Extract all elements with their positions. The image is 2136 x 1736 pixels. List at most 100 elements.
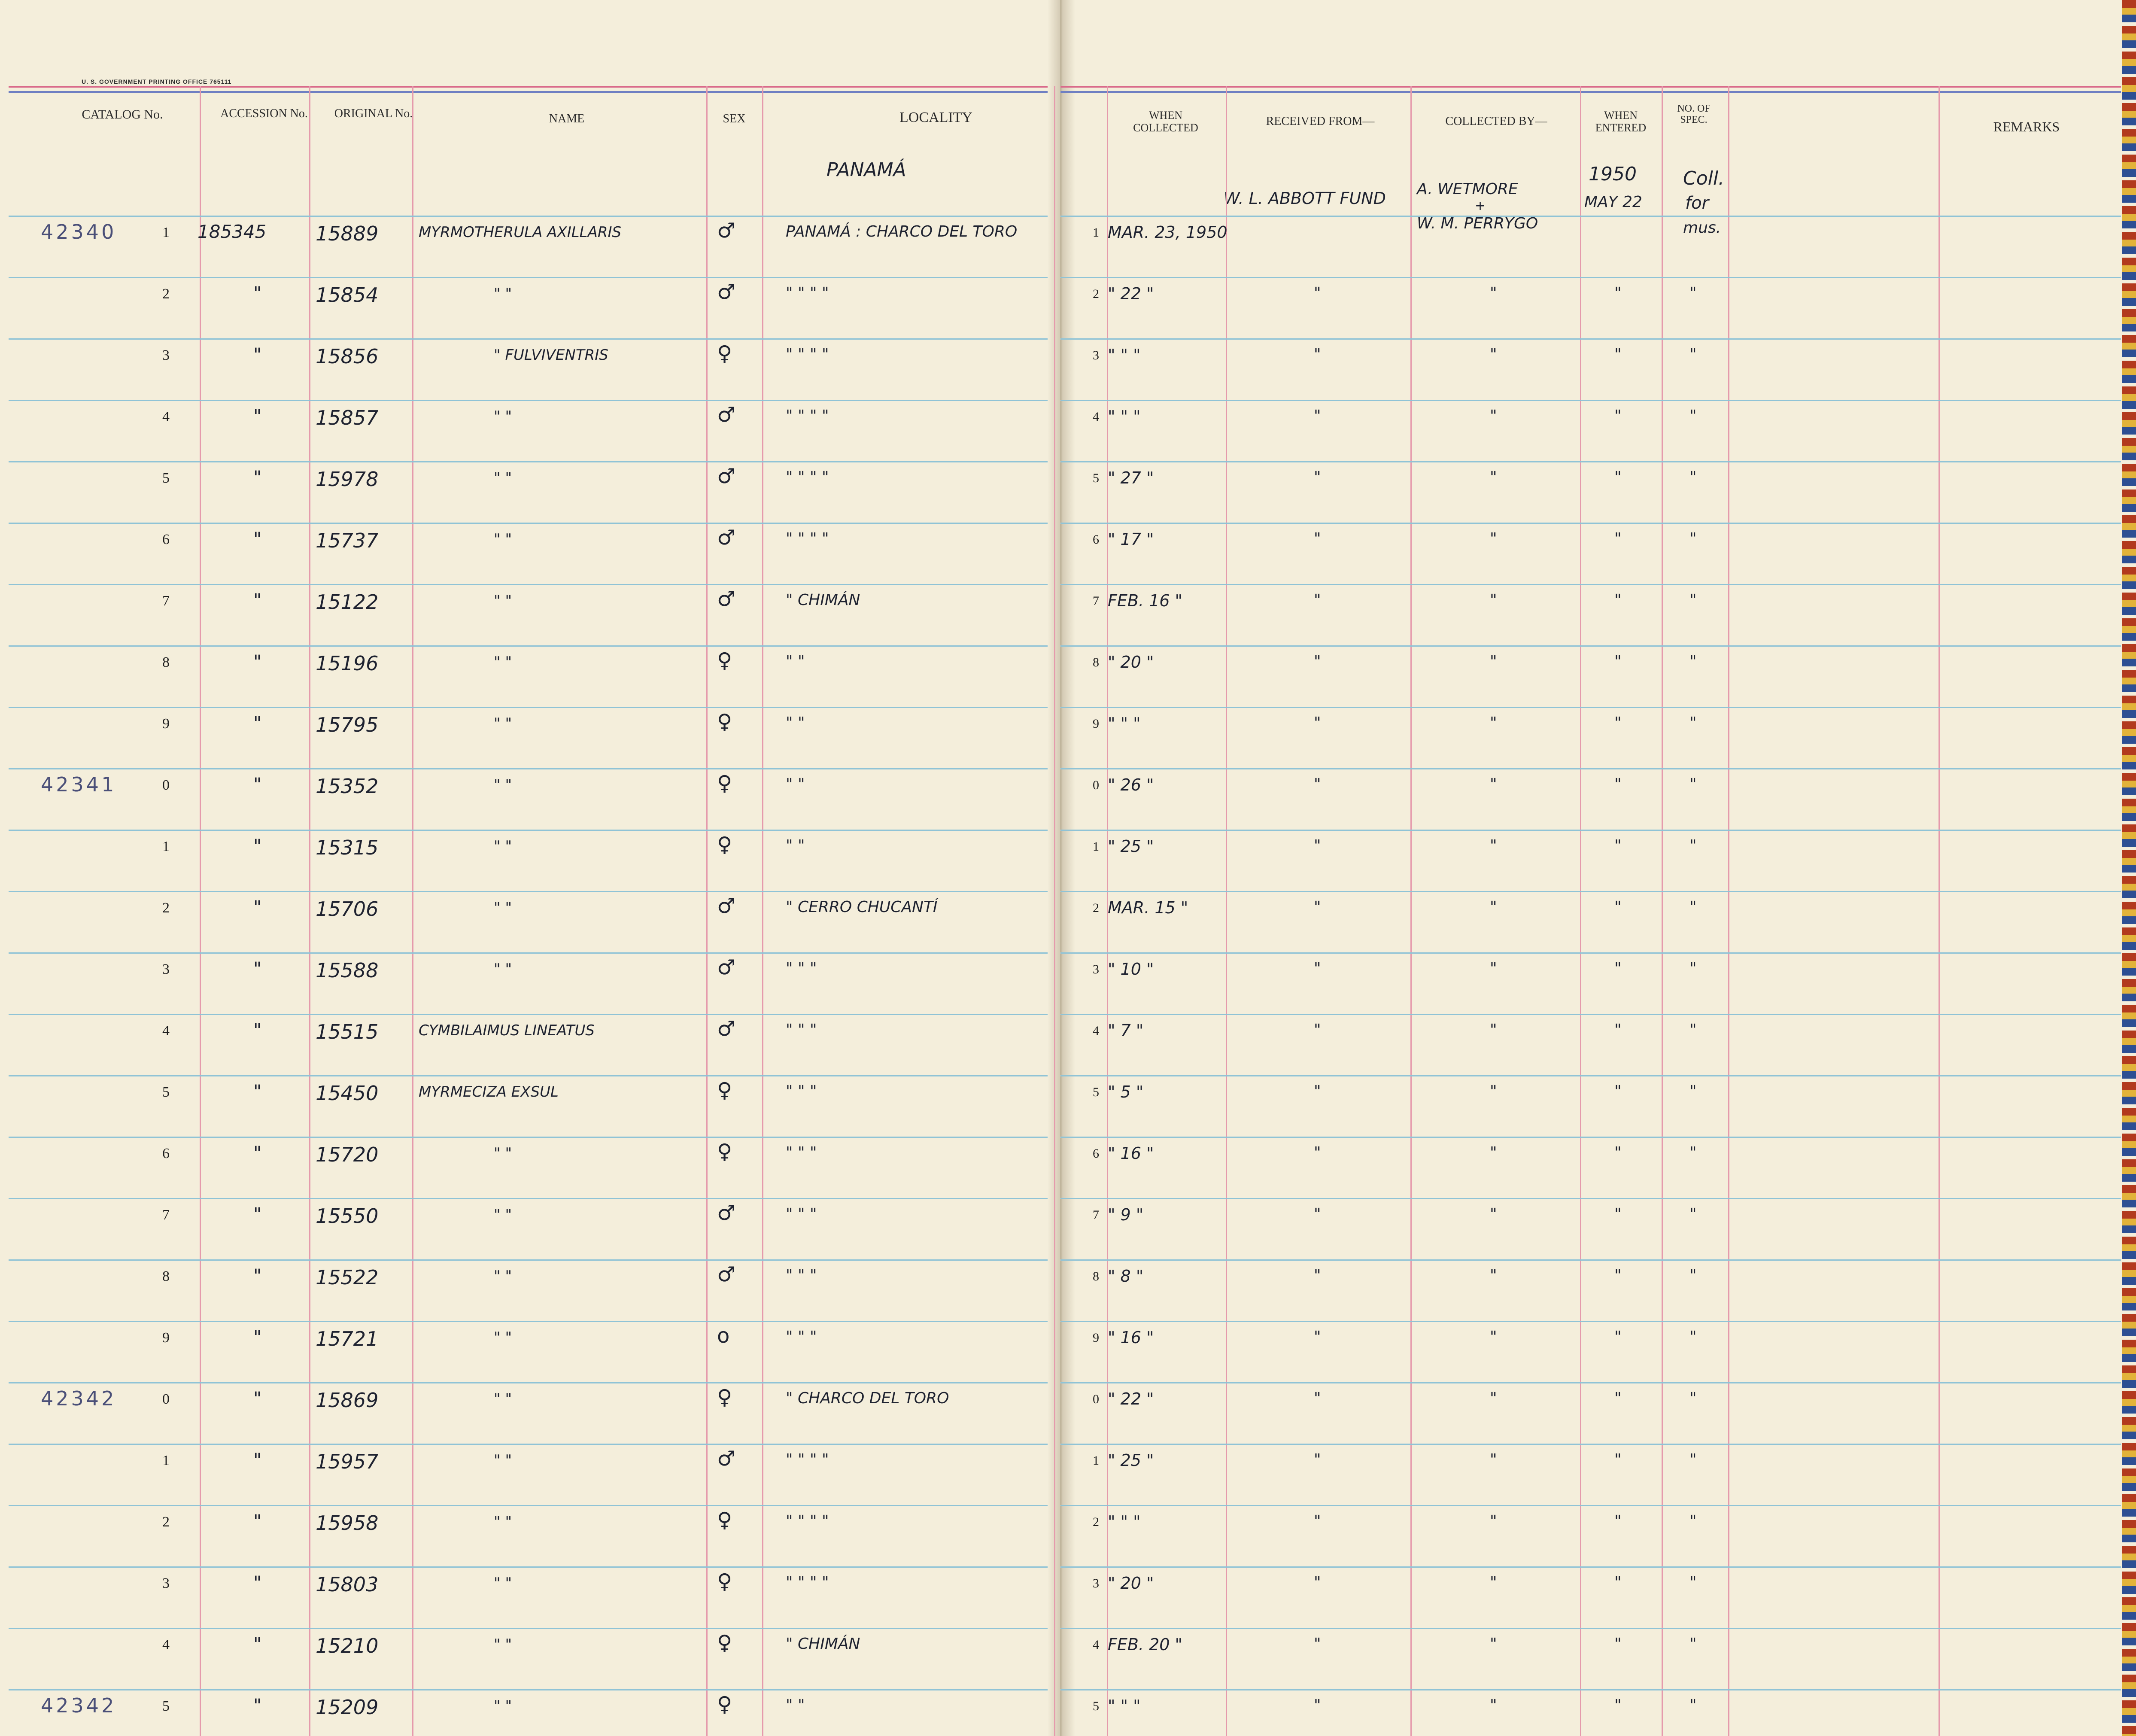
note-collected-by-2: W. M. PERRYGO: [1417, 215, 1538, 232]
original-number: 15588: [316, 959, 379, 982]
received-from: ": [1314, 591, 1321, 609]
collected-digit: 4: [1093, 410, 1099, 424]
collected-digit: 6: [1093, 1146, 1099, 1161]
row-rule: [9, 1075, 1048, 1076]
note-locality-heading: PANAMÁ: [826, 159, 906, 181]
no-of-spec: ": [1689, 1205, 1697, 1223]
row-rule: [9, 1689, 1048, 1690]
row-rule: [9, 645, 1048, 647]
catalog-digit: 5: [162, 1698, 170, 1714]
header-no-of-spec: NO. OF SPEC.: [1677, 103, 1711, 126]
when-entered: ": [1614, 960, 1622, 977]
locality: " " ": [786, 1021, 817, 1039]
sex-symbol: o: [717, 1324, 730, 1348]
locality: " CHIMÁN: [786, 591, 860, 609]
collected-digit: 4: [1093, 1638, 1099, 1652]
row-rule: [9, 461, 1048, 462]
collected-by: ": [1490, 775, 1497, 793]
locality: " " " ": [786, 1512, 829, 1530]
catalog-digit: 3: [162, 961, 170, 977]
specimen-name: " ": [494, 838, 512, 855]
header-rule-red-right: [1060, 86, 2121, 88]
accession-number: ": [253, 1572, 262, 1593]
received-from: ": [1314, 468, 1321, 486]
locality: " ": [786, 653, 805, 670]
specimen-name: " ": [494, 1206, 512, 1223]
locality: " " ": [786, 1144, 817, 1161]
when-entered: ": [1614, 346, 1622, 363]
row-rule: [1060, 768, 2121, 769]
collected-digit: 2: [1093, 901, 1099, 915]
collected-by: ": [1490, 653, 1497, 670]
specimen-name: " ": [494, 1452, 512, 1469]
note-received-from: W. L. ABBOTT FUND: [1224, 189, 1386, 208]
original-number: 15706: [316, 897, 379, 921]
row-rule: [1060, 1321, 2121, 1322]
row-rule: [1060, 645, 2121, 647]
accession-number: ": [253, 712, 262, 733]
sex-symbol: ♂: [717, 1262, 736, 1286]
received-from: ": [1314, 1574, 1321, 1591]
original-number: 15522: [316, 1266, 379, 1289]
sex-symbol: ♂: [717, 955, 736, 979]
when-entered: ": [1614, 1082, 1622, 1100]
specimen-name: " ": [494, 776, 512, 794]
locality: " ": [786, 1696, 805, 1714]
catalog-digit: 7: [162, 1207, 170, 1223]
no-of-spec: ": [1689, 346, 1697, 363]
header-catalog: CATALOG No.: [82, 107, 163, 122]
sex-symbol: ♀: [717, 1078, 732, 1102]
catalog-digit: 2: [162, 900, 170, 916]
no-of-spec: ": [1689, 591, 1697, 609]
specimen-name: MYRMOTHERULA AXILLARIS: [419, 224, 622, 241]
column-rule: [412, 86, 413, 1736]
collected-digit: 8: [1093, 655, 1099, 669]
right-page: [1061, 0, 2122, 1736]
collected-digit: 0: [1093, 1392, 1099, 1406]
column-rule: [1054, 86, 1055, 1736]
collected-date: FEB. 20 ": [1108, 1635, 1183, 1654]
header-received-from: RECEIVED FROM—: [1266, 115, 1375, 128]
locality: PANAMÁ : CHARCO DEL TORO: [786, 223, 1018, 240]
header-accession: ACCESSION No.: [220, 107, 308, 120]
collected-by: ": [1490, 960, 1497, 977]
collected-digit: 5: [1093, 471, 1099, 485]
catalog-digit: 9: [162, 716, 170, 732]
catalog-digit: 4: [162, 409, 170, 425]
collected-date: " 16 ": [1108, 1328, 1154, 1347]
collected-digit: 5: [1093, 1699, 1099, 1713]
received-from: ": [1314, 1696, 1321, 1714]
accession-number: ": [253, 1204, 262, 1225]
row-rule: [9, 1321, 1048, 1322]
received-from: ": [1314, 837, 1321, 854]
catalog-digit: 8: [162, 1268, 170, 1284]
when-entered: ": [1614, 1389, 1622, 1407]
collected-by: ": [1490, 1021, 1497, 1039]
collected-digit: 1: [1093, 225, 1099, 240]
left-page: [0, 0, 1061, 1736]
accession-number: ": [253, 1081, 262, 1102]
when-entered: ": [1614, 1696, 1622, 1714]
row-rule: [1060, 1382, 2121, 1383]
no-of-spec: ": [1689, 653, 1697, 670]
note-entered-year: 1950: [1589, 163, 1637, 185]
collected-by: ": [1490, 1451, 1497, 1468]
column-rule: [1580, 86, 1581, 1736]
accession-number: ": [253, 283, 262, 304]
collected-digit: 1: [1093, 839, 1099, 854]
sex-symbol: ♀: [717, 1569, 732, 1593]
collected-by: ": [1490, 530, 1497, 547]
when-entered: ": [1614, 837, 1622, 854]
specimen-name: " ": [494, 1513, 512, 1530]
collected-by: ": [1490, 1512, 1497, 1530]
received-from: ": [1314, 407, 1321, 425]
locality: " " ": [786, 1082, 817, 1100]
sex-symbol: ♀: [717, 1140, 732, 1164]
received-from: ": [1314, 1389, 1321, 1407]
original-number: 15550: [316, 1204, 379, 1228]
original-number: 15210: [316, 1634, 379, 1657]
original-number: 15196: [316, 652, 379, 675]
accession-number: ": [253, 1511, 262, 1532]
row-rule: [9, 1628, 1048, 1629]
collected-date: " " ": [1108, 407, 1141, 426]
